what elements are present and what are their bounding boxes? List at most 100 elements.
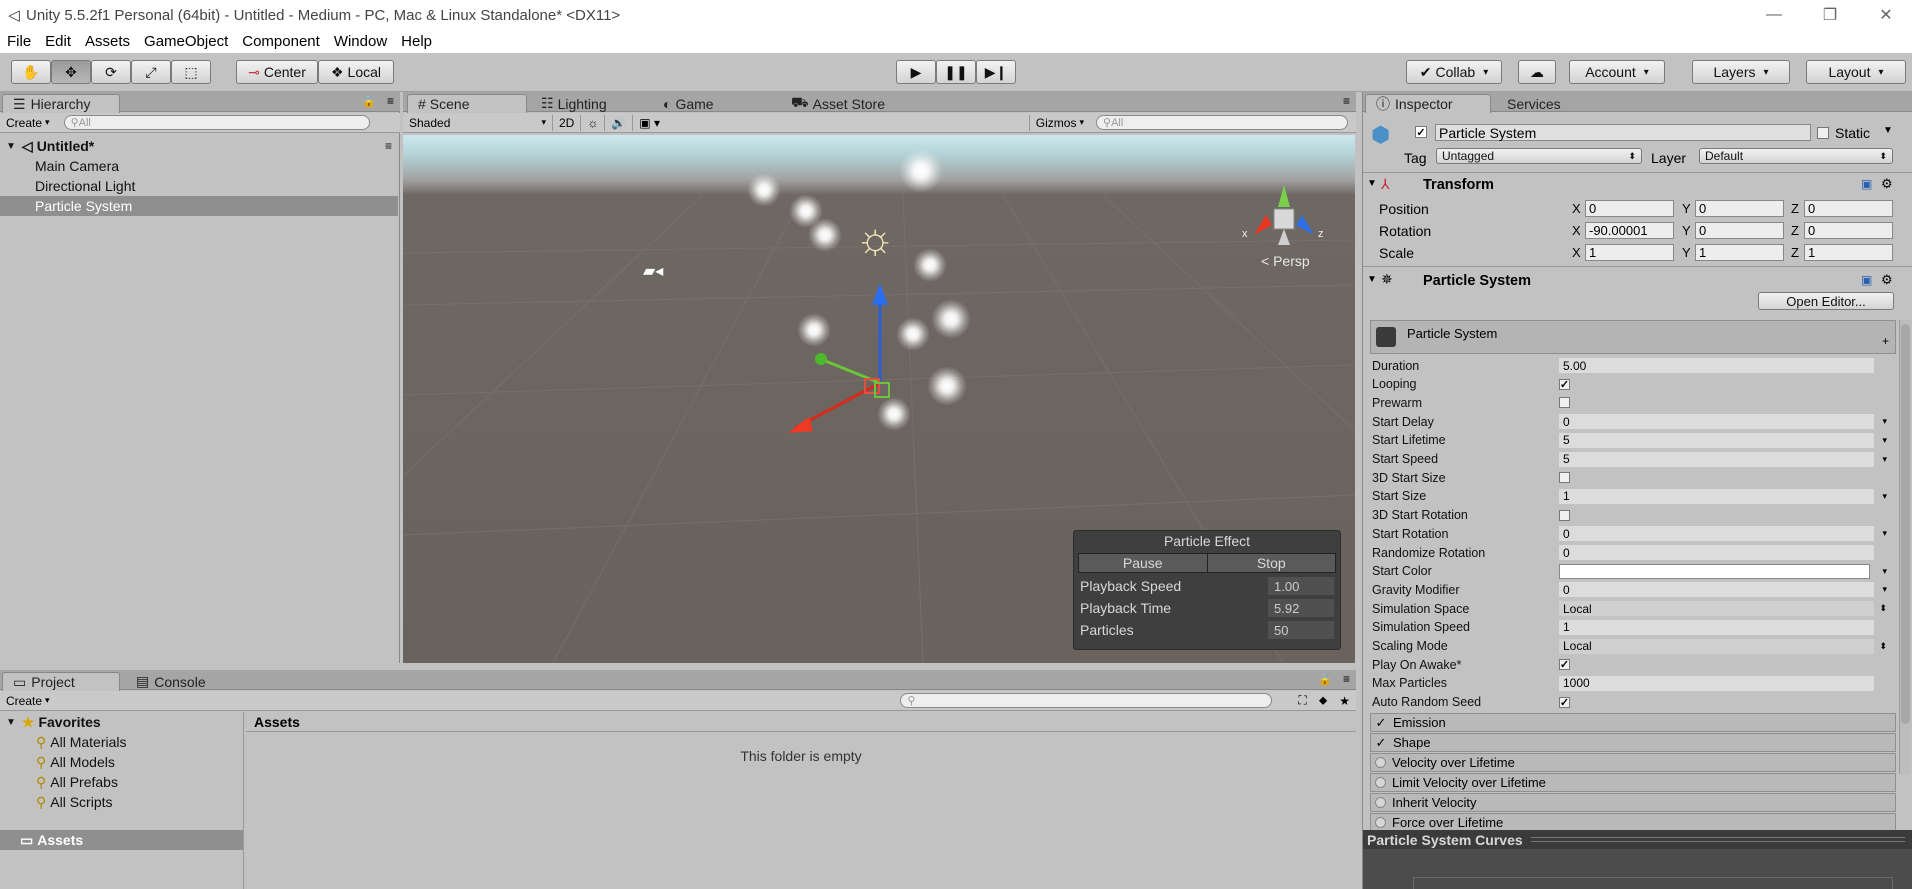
- property-field[interactable]: Local: [1559, 601, 1874, 617]
- hierarchy-create-button[interactable]: Create ▾: [0, 115, 56, 131]
- step-button[interactable]: ▶❙: [976, 60, 1016, 84]
- module-enabled-check-icon[interactable]: ✓: [1375, 735, 1387, 750]
- particle-foldout-icon[interactable]: ▼: [1367, 274, 1377, 285]
- property-checkbox[interactable]: ✓: [1559, 378, 1570, 391]
- layout-dropdown[interactable]: Layout: [1806, 60, 1906, 84]
- open-editor-button[interactable]: Open Editor...: [1758, 292, 1894, 310]
- property-dropdown-icon[interactable]: ▾: [1882, 528, 1887, 539]
- position-x-field[interactable]: 0: [1585, 200, 1674, 217]
- cloud-icon[interactable]: ☁: [1518, 60, 1556, 84]
- scale-tool-icon[interactable]: ⤢: [131, 60, 171, 84]
- property-field[interactable]: 0: [1559, 545, 1874, 560]
- tab-game[interactable]: ◐ Game: [653, 94, 724, 113]
- rotation-x-field[interactable]: -90.00001: [1585, 222, 1674, 239]
- expand-arrow-icon[interactable]: ▼: [6, 141, 16, 152]
- transform-foldout-icon[interactable]: ▼: [1367, 178, 1377, 189]
- start-color-field[interactable]: [1559, 563, 1870, 579]
- scene-menu-icon[interactable]: ≡: [385, 139, 392, 153]
- scrollbar-thumb[interactable]: [1901, 324, 1910, 724]
- tab-console[interactable]: ▤ Console: [126, 672, 216, 691]
- project-create-button[interactable]: Create ▾: [0, 693, 56, 709]
- panel-menu-icon[interactable]: ≡: [1343, 672, 1350, 686]
- module-header[interactable]: Limit Velocity over Lifetime: [1370, 773, 1896, 792]
- rotation-z-field[interactable]: 0: [1804, 222, 1893, 239]
- property-dropdown-icon[interactable]: ▾: [1882, 435, 1887, 446]
- collab-dropdown[interactable]: ✔ Collab: [1406, 60, 1502, 84]
- module-toggle-icon[interactable]: [1375, 757, 1386, 768]
- scale-x-field[interactable]: 1: [1585, 244, 1674, 261]
- assets-root-row[interactable]: ▭ Assets: [0, 830, 243, 850]
- property-dropdown-icon[interactable]: ⬍: [1879, 641, 1887, 652]
- help-book-icon[interactable]: ▣: [1861, 177, 1872, 191]
- module-header[interactable]: Inherit Velocity: [1370, 793, 1896, 812]
- property-checkbox[interactable]: ✓: [1559, 659, 1570, 671]
- menu-window[interactable]: Window: [327, 33, 394, 50]
- main-module-header[interactable]: Particle System +: [1370, 320, 1896, 354]
- expand-arrow-icon[interactable]: ▼: [6, 717, 16, 728]
- property-field[interactable]: 5: [1559, 432, 1874, 448]
- pause-button[interactable]: ❚❚: [936, 60, 976, 84]
- favorite-item-scripts[interactable]: ⚲ All Scripts: [0, 792, 243, 812]
- tab-inspector[interactable]: ⓘ Inspector: [1365, 94, 1491, 113]
- hierarchy-item-directional-light[interactable]: Directional Light: [0, 176, 400, 196]
- favorite-star-icon[interactable]: ★: [1333, 693, 1356, 709]
- menu-help[interactable]: Help: [394, 33, 439, 50]
- tag-dropdown[interactable]: Untagged ⬍: [1436, 148, 1642, 164]
- position-z-field[interactable]: 0: [1804, 200, 1893, 217]
- static-dropdown-icon[interactable]: ▼: [1883, 125, 1893, 136]
- light-sun-icon[interactable]: ☼: [855, 217, 895, 261]
- property-field[interactable]: Local: [1559, 638, 1874, 654]
- layer-dropdown[interactable]: Default ⬍: [1699, 148, 1893, 164]
- hierarchy-item-main-camera[interactable]: Main Camera: [0, 156, 400, 176]
- lock-icon[interactable]: 🔒: [362, 95, 376, 108]
- playback-speed-field[interactable]: 1.00: [1268, 577, 1334, 595]
- property-field[interactable]: 5: [1559, 451, 1874, 467]
- play-button[interactable]: ▶: [896, 60, 936, 84]
- property-dropdown-icon[interactable]: ▾: [1882, 416, 1887, 427]
- playback-time-field[interactable]: 5.92: [1268, 599, 1334, 617]
- scale-z-field[interactable]: 1: [1804, 244, 1893, 261]
- tab-scene[interactable]: # Scene: [407, 94, 527, 113]
- gizmos-dropdown[interactable]: Gizmos ▾: [1028, 114, 1090, 131]
- restore-icon[interactable]: ❐: [1802, 0, 1858, 30]
- menu-assets[interactable]: Assets: [78, 33, 137, 50]
- favorites-row[interactable]: ▼ ★ Favorites: [0, 712, 243, 732]
- panel-menu-icon[interactable]: ≡: [387, 94, 394, 108]
- stop-effect-button[interactable]: Stop: [1207, 554, 1335, 572]
- minimize-icon[interactable]: —: [1746, 0, 1802, 30]
- object-name-field[interactable]: Particle System: [1435, 124, 1811, 141]
- property-field[interactable]: 1: [1559, 488, 1874, 504]
- property-dropdown-icon[interactable]: ▾: [1882, 584, 1887, 595]
- filter-label-icon[interactable]: ⬥: [1313, 693, 1333, 709]
- scale-y-field[interactable]: 1: [1695, 244, 1784, 261]
- lock-icon[interactable]: 🔒: [1318, 673, 1332, 686]
- position-y-field[interactable]: 0: [1695, 200, 1784, 217]
- audio-icon[interactable]: 🔊: [605, 114, 634, 131]
- z-axis-handle[interactable]: [815, 353, 827, 365]
- favorite-item-prefabs[interactable]: ⚲ All Prefabs: [0, 772, 243, 792]
- mode-2d-toggle[interactable]: 2D: [553, 114, 582, 131]
- filter-type-icon[interactable]: ⛶: [1292, 693, 1312, 709]
- x-axis-arrow[interactable]: [788, 417, 813, 433]
- property-checkbox[interactable]: ✓: [1559, 696, 1570, 709]
- rotate-tool-icon[interactable]: ⟳: [91, 60, 131, 84]
- property-checkbox[interactable]: [1559, 472, 1570, 484]
- help-book-icon[interactable]: ▣: [1861, 273, 1872, 287]
- effects-icon[interactable]: ▣ ▾: [633, 115, 666, 131]
- project-search-input[interactable]: ⚲: [900, 693, 1273, 708]
- space-local-button[interactable]: ❖ Local: [318, 60, 394, 84]
- drag-handle[interactable]: [1530, 837, 1905, 842]
- scene-lighting-icon[interactable]: ☼: [581, 114, 606, 131]
- settings-gear-icon[interactable]: ⚙: [1881, 272, 1893, 288]
- scene-search-input[interactable]: ⚲ All: [1096, 115, 1348, 130]
- property-field[interactable]: 1000: [1559, 675, 1874, 691]
- tab-services[interactable]: Services: [1497, 94, 1571, 113]
- scene-root-row[interactable]: ▼ ◁ Untitled* ≡: [0, 136, 400, 156]
- module-toggle-icon[interactable]: [1375, 817, 1386, 828]
- active-checkbox[interactable]: ✓: [1415, 126, 1427, 139]
- layers-dropdown[interactable]: Layers: [1692, 60, 1790, 84]
- rect-tool-icon[interactable]: ⬚: [171, 60, 211, 84]
- property-field[interactable]: 5.00: [1559, 358, 1874, 373]
- tab-hierarchy[interactable]: ☰ Hierarchy: [2, 94, 120, 113]
- property-checkbox[interactable]: [1559, 397, 1570, 409]
